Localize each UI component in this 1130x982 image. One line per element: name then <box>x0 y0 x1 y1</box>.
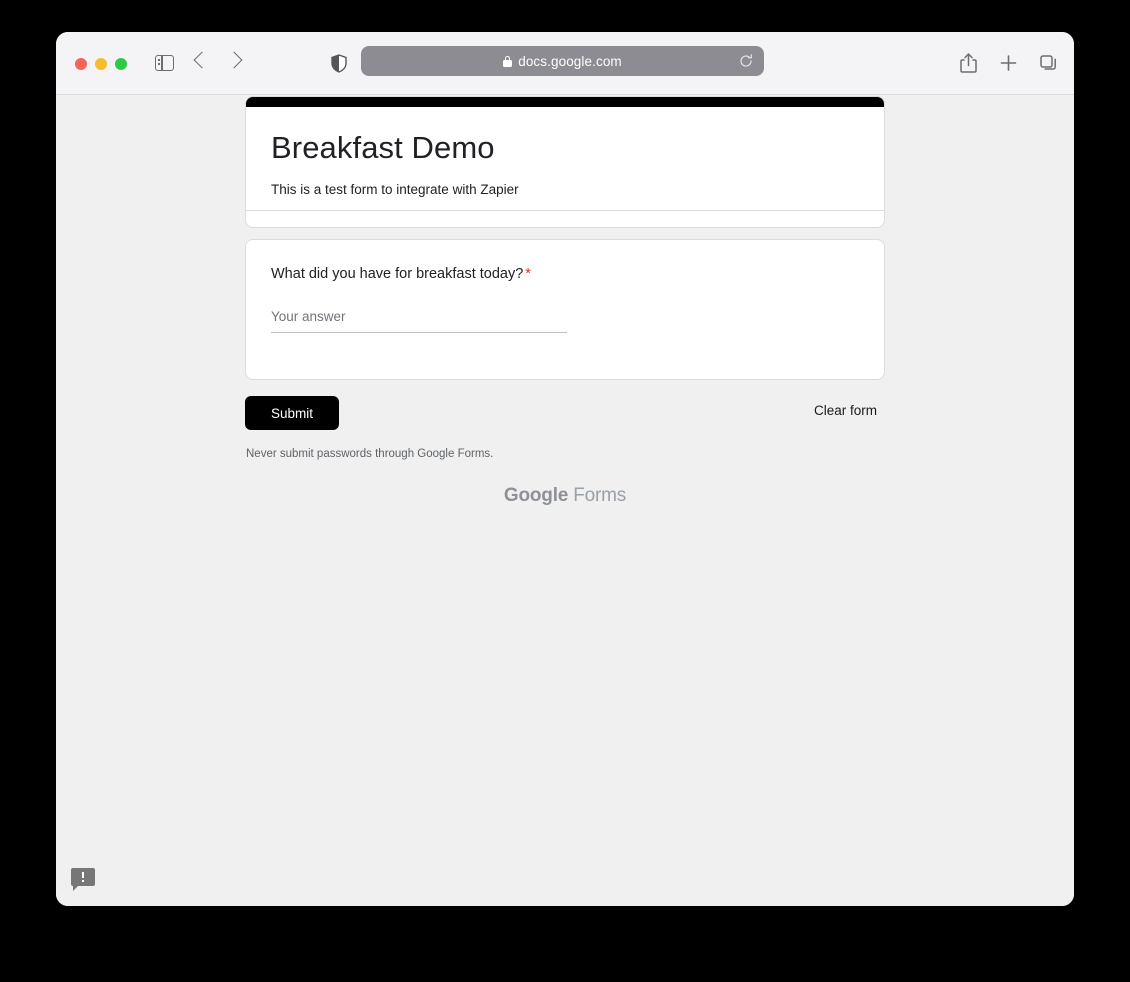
navigation-arrows <box>193 51 243 69</box>
question-label: What did you have for breakfast today? * <box>271 264 859 284</box>
lock-icon <box>503 55 513 67</box>
maximize-window-button[interactable] <box>115 58 127 70</box>
header-divider <box>246 210 884 211</box>
minimize-window-button[interactable] <box>95 58 107 70</box>
browser-window: docs.google.com Breakfast Demo This is a… <box>56 32 1074 906</box>
form-description: This is a test form to integrate with Za… <box>271 182 519 198</box>
window-controls <box>75 58 127 70</box>
answer-placeholder: Your answer <box>271 309 346 325</box>
browser-toolbar: docs.google.com <box>56 32 1074 95</box>
chevron-right-icon[interactable] <box>225 51 243 69</box>
plus-icon[interactable] <box>999 52 1018 74</box>
feedback-button[interactable] <box>71 868 97 891</box>
form-header-card: Breakfast Demo This is a test form to in… <box>245 96 885 228</box>
question-card: What did you have for breakfast today? * … <box>245 239 885 380</box>
address-bar-content: docs.google.com <box>503 54 622 69</box>
sidebar-icon[interactable] <box>155 55 174 71</box>
password-disclaimer: Never submit passwords through Google Fo… <box>246 448 494 460</box>
address-bar[interactable]: docs.google.com <box>361 46 764 76</box>
form-actions: Submit Clear form <box>245 396 885 430</box>
answer-input[interactable]: Your answer <box>271 308 567 334</box>
form-accent-stripe <box>246 97 884 107</box>
page-title: Breakfast Demo <box>271 130 495 165</box>
reload-icon[interactable] <box>739 54 753 68</box>
exclamation-dot <box>82 880 84 882</box>
tab-overview-icon[interactable] <box>1039 52 1058 74</box>
question-text: What did you have for breakfast today? <box>271 266 524 282</box>
submit-button[interactable]: Submit <box>245 396 339 430</box>
google-form: Breakfast Demo This is a test form to in… <box>245 95 885 506</box>
share-icon[interactable] <box>959 52 978 74</box>
exclamation-stem <box>82 872 84 878</box>
address-bar-url: docs.google.com <box>518 53 622 69</box>
forms-wordmark: Forms <box>573 485 627 506</box>
close-window-button[interactable] <box>75 58 87 70</box>
chevron-left-icon[interactable] <box>193 51 211 69</box>
google-forms-logo: Google Forms <box>245 485 885 507</box>
google-wordmark: Google <box>503 485 569 506</box>
form-header-body: Breakfast Demo This is a test form to in… <box>246 107 884 200</box>
shield-icon[interactable] <box>331 54 347 73</box>
toolbar-actions <box>959 52 1058 74</box>
clear-form-button[interactable]: Clear form <box>814 403 877 418</box>
page-content: Breakfast Demo This is a test form to in… <box>56 95 1074 906</box>
required-asterisk: * <box>525 266 531 282</box>
